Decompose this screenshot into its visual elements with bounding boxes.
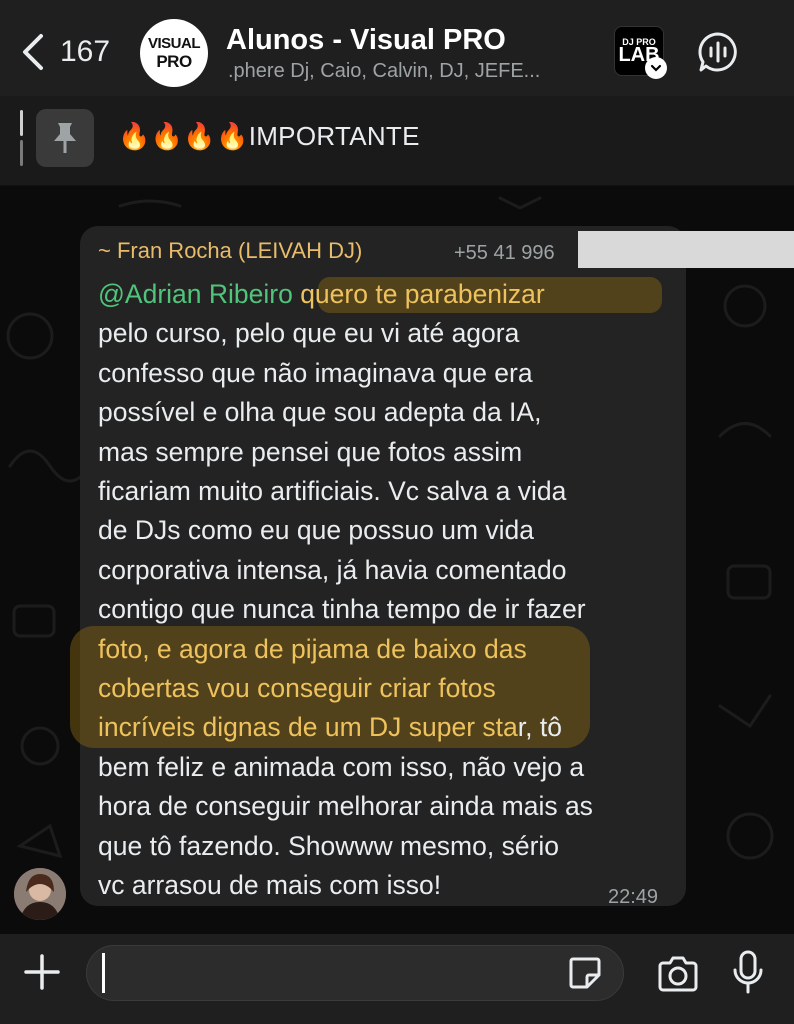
pin-indicator: [20, 110, 23, 166]
chevron-down-icon: [645, 57, 667, 79]
plus-icon[interactable]: [22, 952, 62, 992]
chevron-left-icon: [23, 34, 43, 70]
group-members[interactable]: .phere Dj, Caio, Calvin, DJ, JEFE...: [228, 60, 540, 83]
message-time: 22:49: [608, 886, 659, 908]
message-line: corporativa intensa, já havia comentado: [98, 554, 567, 585]
mention-link[interactable]: @Adrian Ribeiro: [98, 279, 293, 309]
voice-chat-icon[interactable]: [696, 30, 740, 74]
message-line: incríveis dignas de um DJ super star, tô: [98, 708, 673, 747]
message-line: pelo curso, pelo que eu vi até agora: [98, 318, 520, 349]
phone-redaction: [578, 231, 794, 268]
message-line-text: quero te parabenizar: [292, 279, 545, 309]
back-button[interactable]: 167: [20, 30, 120, 74]
message-line: possível e olha que sou adepta da IA,: [98, 397, 542, 428]
message-line: confesso que não imaginava que era: [98, 357, 533, 388]
message-line-highlighted: cobertas vou conseguir criar fotos: [98, 673, 496, 704]
message-line: hora de conseguir melhorar ainda mais as: [98, 791, 593, 822]
sender-phone: +55 41 996: [454, 242, 555, 264]
message-line-highlighted: foto, e agora de pijama de baixo das: [98, 633, 527, 664]
message-text: @Adrian Ribeiro quero te parabenizar pel…: [98, 275, 673, 906]
message-sender[interactable]: ~ Fran Rocha (LEIVAH DJ): [98, 238, 362, 264]
pinned-text[interactable]: 🔥🔥🔥🔥IMPORTANTE: [118, 121, 420, 152]
pin-icon[interactable]: [36, 109, 94, 167]
message-line: mas sempre pensei que fotos assim: [98, 436, 523, 467]
text-caret: [102, 953, 105, 993]
group-avatar[interactable]: VISUAL PRO: [140, 19, 208, 87]
message-line: ficariam muito artificiais. Vc salva a v…: [98, 476, 567, 507]
message-line: que tô fazendo. Showww mesmo, sério: [98, 830, 560, 861]
message-line: vc arrasou de mais com isso!: [98, 870, 442, 901]
microphone-icon[interactable]: [732, 950, 764, 994]
group-avatar-line2: PRO: [156, 52, 192, 71]
message-line: de DJs como eu que possuo um vida: [98, 515, 535, 546]
message-line-text: r, tô: [517, 712, 562, 743]
message-input[interactable]: [103, 954, 563, 994]
camera-icon[interactable]: [656, 954, 700, 994]
message-line: @Adrian Ribeiro quero te parabenizar: [98, 275, 673, 314]
dj-pro-lab-badge[interactable]: DJ PRO LAB: [614, 26, 667, 79]
group-title[interactable]: Alunos - Visual PRO: [226, 24, 506, 57]
sticker-icon[interactable]: [567, 955, 603, 991]
message-line-highlighted: incríveis dignas de um DJ super sta: [98, 712, 518, 743]
message-line: bem feliz e animada com isso, não vejo a: [98, 751, 585, 782]
unread-count: 167: [60, 35, 111, 68]
group-avatar-line1: VISUAL: [147, 35, 201, 52]
message-line: contigo que nunca tinha tempo de ir faze…: [98, 594, 586, 625]
message-input-box[interactable]: [86, 945, 624, 1001]
sender-avatar[interactable]: [14, 868, 66, 920]
